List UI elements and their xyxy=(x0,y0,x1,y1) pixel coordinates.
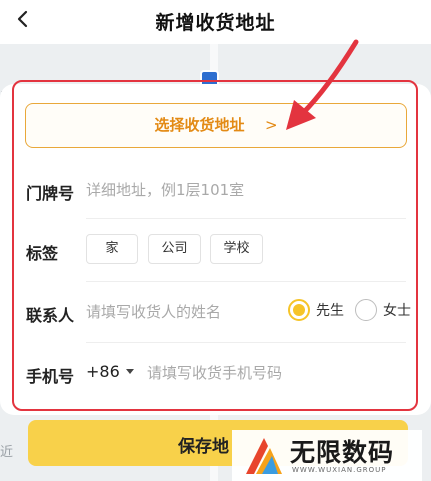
radio-unselected-icon xyxy=(355,299,377,321)
brand-name: 无限数码 xyxy=(290,438,395,467)
brand-url: WWW.WUXIAN.GROUP xyxy=(292,466,387,474)
tag-home-button[interactable]: 家 xyxy=(86,234,138,264)
phone-label: 手机号 xyxy=(26,367,75,386)
watermark: 无限数码 WWW.WUXIAN.GROUP xyxy=(232,430,422,481)
gender-male-label: 先生 xyxy=(316,303,344,319)
radio-selected-icon xyxy=(288,299,310,321)
phone-input[interactable] xyxy=(147,363,387,383)
country-code-value: +86 xyxy=(86,362,120,381)
page-title: 新增收货地址 xyxy=(155,12,276,34)
tag-school-button[interactable]: 学校 xyxy=(210,234,263,264)
select-address-label: 选择收货地址 xyxy=(154,116,245,134)
country-code-select[interactable]: +86 xyxy=(86,362,134,381)
caret-down-icon xyxy=(125,369,134,374)
tag-label: 标签 xyxy=(26,244,59,263)
gender-male-radio[interactable]: 先生 xyxy=(288,297,344,323)
contact-name-input[interactable] xyxy=(86,302,276,322)
divider xyxy=(86,281,406,282)
gender-female-label: 女士 xyxy=(383,303,411,319)
divider xyxy=(86,342,406,343)
save-button-label: 保存地 xyxy=(178,437,229,457)
tag-company-button[interactable]: 公司 xyxy=(148,234,201,264)
divider xyxy=(86,218,406,219)
chevron-right-icon: > xyxy=(264,116,278,134)
contact-label: 联系人 xyxy=(26,306,75,325)
select-address-button[interactable]: 选择收货地址 > xyxy=(25,103,407,148)
doorplate-label: 门牌号 xyxy=(26,184,75,203)
doorplate-input[interactable] xyxy=(86,180,386,200)
brand-logo-icon xyxy=(246,438,282,474)
gender-female-radio[interactable]: 女士 xyxy=(355,297,411,323)
map-label: 近 xyxy=(0,445,14,460)
top-bar: 新增收货地址 xyxy=(0,0,431,44)
